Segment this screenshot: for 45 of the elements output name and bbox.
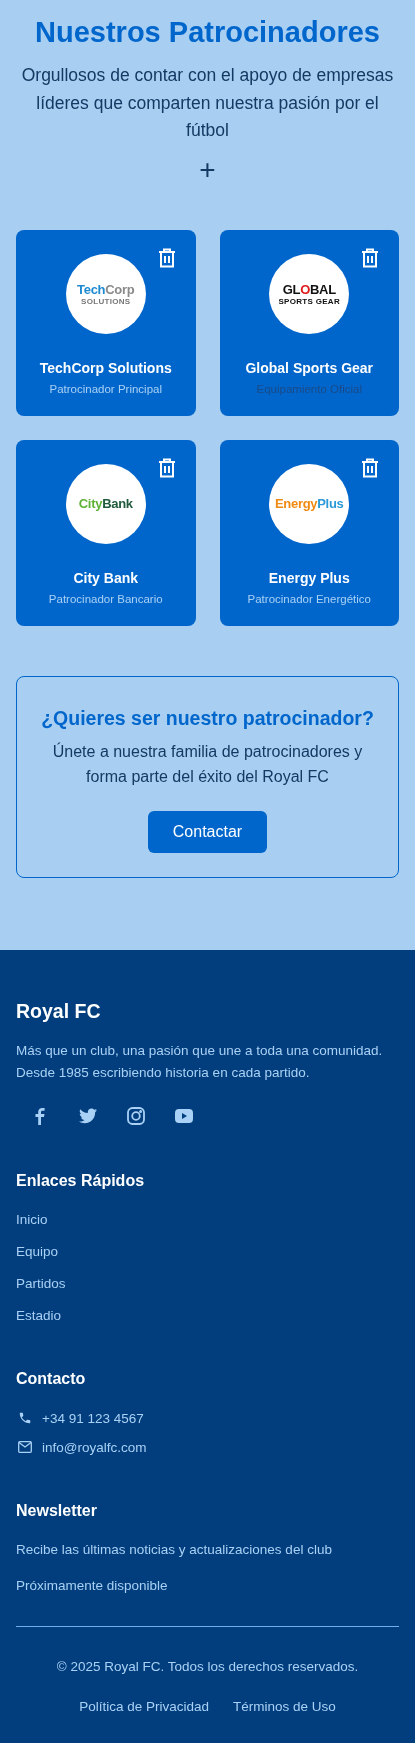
contact-text: +34 91 123 4567	[42, 1409, 144, 1428]
sponsor-name: Energy Plus	[268, 569, 350, 586]
footer-description: Más que un club, una pasión que une a toda una comunidad. Desde 1985 escribiendo historia en cada partido.	[16, 1041, 384, 1082]
copyright-text: © 2025 Royal FC. Todos los derechos reservados.	[55, 1657, 360, 1676]
sponsor-role: Patrocinador Principal	[49, 382, 162, 395]
logo-text: GLOBAL	[282, 281, 336, 297]
logo-text: SPORTS GEAR	[278, 296, 340, 306]
section-title: Nuestros Patrocinadores	[34, 15, 381, 50]
logo-text: TechCorp	[77, 281, 135, 297]
legal-link[interactable]: Términos de Uso	[233, 1696, 336, 1717]
newsletter-text: Recibe las últimas noticias y actualizaciones del club	[16, 1540, 333, 1559]
footer-heading: Newsletter	[16, 1500, 98, 1521]
footer-link[interactable]: Estadio	[16, 1305, 62, 1326]
logo-text: EnergyPlus	[274, 496, 344, 511]
contact-text: info@royalfc.com	[42, 1438, 147, 1457]
trash-icon[interactable]	[157, 247, 176, 268]
footer-link[interactable]: Partidos	[16, 1273, 66, 1294]
footer-brand: Royal FC	[16, 998, 102, 1024]
sponsor-role: Patrocinador Bancario	[48, 592, 163, 605]
footer-link[interactable]: Inicio	[16, 1209, 48, 1230]
contact-button[interactable]: Contactar	[148, 810, 267, 853]
newsletter-note: Próximamente disponible	[16, 1576, 169, 1595]
sponsor-role: Patrocinador Energético	[247, 592, 371, 605]
camera-icon[interactable]	[127, 1106, 145, 1125]
bird-icon[interactable]	[79, 1107, 97, 1124]
sponsor-name: City Bank	[73, 569, 139, 586]
footer-link[interactable]: Equipo	[16, 1241, 59, 1262]
trash-icon[interactable]	[361, 247, 379, 268]
logo-text: SOLUTIONS	[81, 296, 131, 306]
mail-icon	[18, 1441, 32, 1453]
cta-title: ¿Quieres ser nuestro patrocinador?	[41, 705, 374, 731]
trash-icon[interactable]	[361, 457, 379, 478]
play-icon[interactable]	[175, 1108, 193, 1123]
cta-text: Únete a nuestra familia de patrocinadores y forma parte del éxito del Royal FC	[51, 741, 364, 787]
add-button[interactable]: +	[199, 154, 216, 185]
logo-text: CityBank	[78, 496, 133, 511]
section-subtitle: Orgullosos de contar con el apoyo de empresas líderes que comparten nuestra pasión por el fútbol	[20, 64, 395, 142]
sponsor-name: TechCorp Solutions	[39, 359, 172, 376]
sponsor-role: Equipamiento Oficial	[256, 382, 362, 395]
trash-icon[interactable]	[157, 457, 176, 478]
phone-icon	[18, 1411, 32, 1425]
legal-link[interactable]: Política de Privacidad	[79, 1696, 209, 1717]
footer-heading: Enlaces Rápidos	[16, 1170, 146, 1191]
footer-heading: Contacto	[16, 1368, 87, 1389]
sponsor-name: Global Sports Gear	[245, 359, 374, 376]
